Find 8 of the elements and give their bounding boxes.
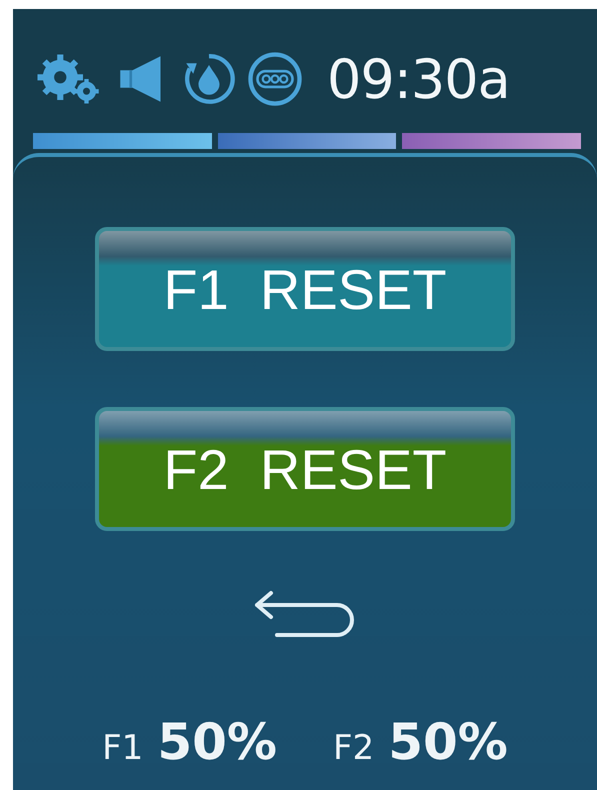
fan-percentage: 50% [388,713,508,771]
fan-label: F1 [102,728,144,768]
clock-time: 09:30a [327,48,510,110]
fan-label: F2 [333,728,374,768]
eco-icon [247,51,303,107]
reset-button[interactable]: F1 RESET [95,227,515,351]
fan-percentage: 50% [157,713,277,771]
reset-button[interactable]: F2 RESET [95,407,515,531]
